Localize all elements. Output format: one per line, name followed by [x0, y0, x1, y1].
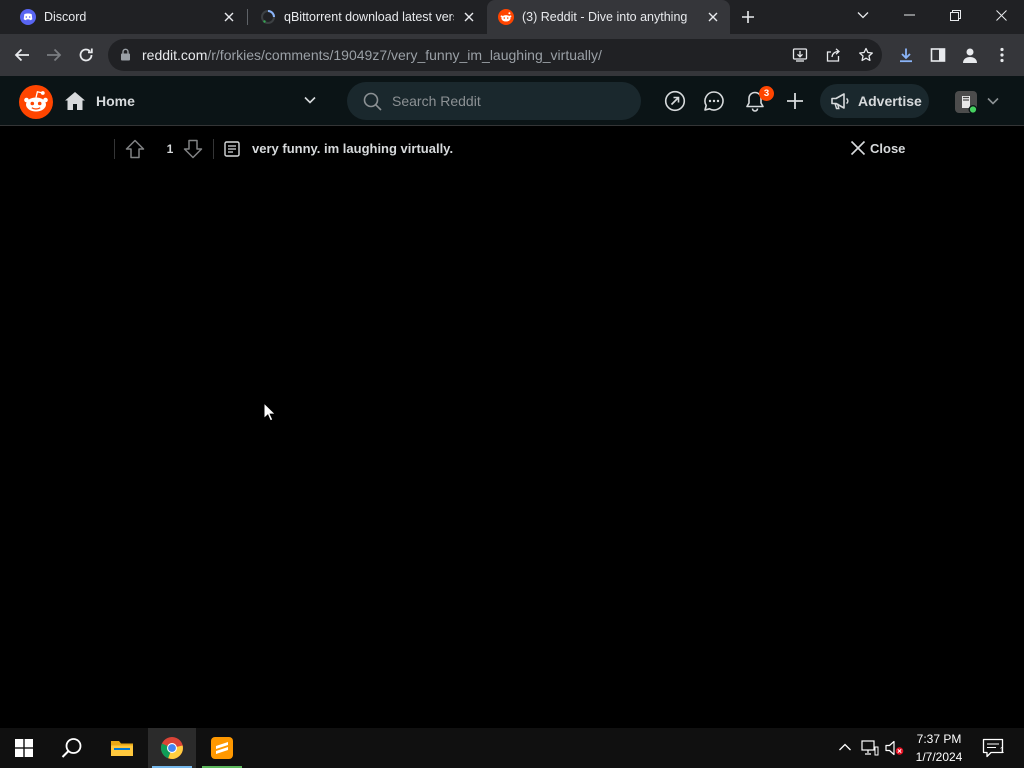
tab-close-icon[interactable]	[460, 8, 478, 26]
search-icon	[363, 92, 382, 111]
home-feed-dropdown[interactable]: Home	[64, 84, 334, 118]
reddit-header: Home Search Reddit Advertise	[0, 76, 1024, 126]
discord-icon	[20, 9, 36, 25]
tab-qbittorrent[interactable]: qBittorrent download latest version	[248, 0, 486, 34]
chat-icon[interactable]	[698, 85, 730, 117]
reddit-logo-icon[interactable]	[19, 85, 53, 119]
url-text: reddit.com/r/forkies/comments/19049z7/ve…	[142, 47, 602, 63]
tab-title: Discord	[44, 10, 87, 24]
taskbar: 7:37 PM 1/7/2024	[0, 728, 1024, 768]
text-post-icon	[224, 141, 240, 157]
network-icon[interactable]	[861, 740, 879, 756]
volume-muted-icon[interactable]	[885, 740, 905, 756]
qbittorrent-icon	[260, 9, 276, 25]
create-post-plus-icon[interactable]	[779, 85, 811, 117]
clock-time[interactable]: 7:37 PM	[906, 732, 972, 746]
minimize-icon[interactable]	[886, 0, 932, 30]
profile-icon[interactable]	[954, 39, 986, 71]
url-path: /r/forkies/comments/19049z7/very_funny_i…	[207, 47, 602, 63]
action-center-badge: 1	[999, 746, 1005, 755]
user-menu-chevron-icon[interactable]	[987, 97, 999, 105]
tab-title: (3) Reddit - Dive into anything	[522, 10, 688, 24]
taskbar-search-icon[interactable]	[48, 728, 96, 768]
sublime-text-icon[interactable]	[198, 728, 246, 768]
post-title[interactable]: very funny. im laughing virtually.	[252, 141, 453, 156]
search-placeholder: Search Reddit	[392, 93, 481, 109]
browser-toolbar: reddit.com/r/forkies/comments/19049z7/ve…	[0, 34, 1024, 76]
start-windows-icon[interactable]	[0, 728, 48, 768]
tab-strip: Discord qBittorrent download latest vers…	[0, 0, 1024, 34]
popular-arrow-icon[interactable]	[659, 85, 691, 117]
side-panel-icon[interactable]	[922, 39, 954, 71]
divider	[114, 139, 115, 159]
megaphone-icon	[830, 92, 850, 110]
tab-discord[interactable]: Discord	[0, 0, 246, 34]
restore-icon[interactable]	[932, 0, 978, 30]
close-label: Close	[870, 140, 906, 156]
vote-count: 1	[166, 142, 174, 156]
downloads-icon[interactable]	[890, 39, 922, 71]
user-avatar[interactable]	[954, 90, 978, 114]
back-arrow-icon[interactable]	[6, 39, 38, 71]
divider	[213, 139, 214, 159]
share-icon[interactable]	[825, 47, 841, 63]
clock-date[interactable]: 1/7/2024	[906, 750, 972, 764]
tab-reddit[interactable]: (3) Reddit - Dive into anything	[487, 0, 730, 34]
chrome-taskbar-icon[interactable]	[148, 728, 196, 768]
lock-icon[interactable]	[120, 48, 131, 61]
chevron-down-icon	[304, 96, 316, 104]
tab-close-icon[interactable]	[704, 8, 722, 26]
close-button[interactable]: Close	[850, 138, 905, 158]
new-tab-icon[interactable]	[736, 6, 760, 28]
home-icon	[64, 91, 86, 111]
tab-close-icon[interactable]	[220, 8, 238, 26]
tab-search-chevron-icon[interactable]	[840, 0, 886, 30]
advertise-label: Advertise	[858, 93, 922, 109]
post-action-bar: 1 very funny. im laughing virtually. Clo…	[0, 127, 1024, 171]
mouse-cursor-icon	[263, 402, 276, 422]
chrome-menu-icon[interactable]	[986, 39, 1018, 71]
bookmark-star-icon[interactable]	[858, 47, 874, 63]
search-input[interactable]: Search Reddit	[347, 82, 641, 120]
tab-title: qBittorrent download latest version	[284, 10, 454, 24]
reddit-icon	[498, 9, 514, 25]
forward-arrow-icon[interactable]	[38, 39, 70, 71]
upvote-arrow-icon[interactable]	[125, 139, 145, 159]
close-icon	[850, 140, 866, 156]
reload-icon[interactable]	[70, 39, 102, 71]
advertise-button[interactable]: Advertise	[820, 84, 929, 118]
url-host: reddit.com	[142, 47, 208, 63]
window-close-icon[interactable]	[978, 0, 1024, 30]
home-label: Home	[96, 93, 135, 109]
hidden-icons-chevron-icon[interactable]	[838, 740, 852, 754]
install-app-icon[interactable]	[792, 47, 808, 63]
file-explorer-icon[interactable]	[98, 728, 146, 768]
downvote-arrow-icon[interactable]	[183, 139, 203, 159]
address-bar[interactable]: reddit.com/r/forkies/comments/19049z7/ve…	[108, 39, 882, 71]
notification-badge: 3	[759, 86, 774, 101]
